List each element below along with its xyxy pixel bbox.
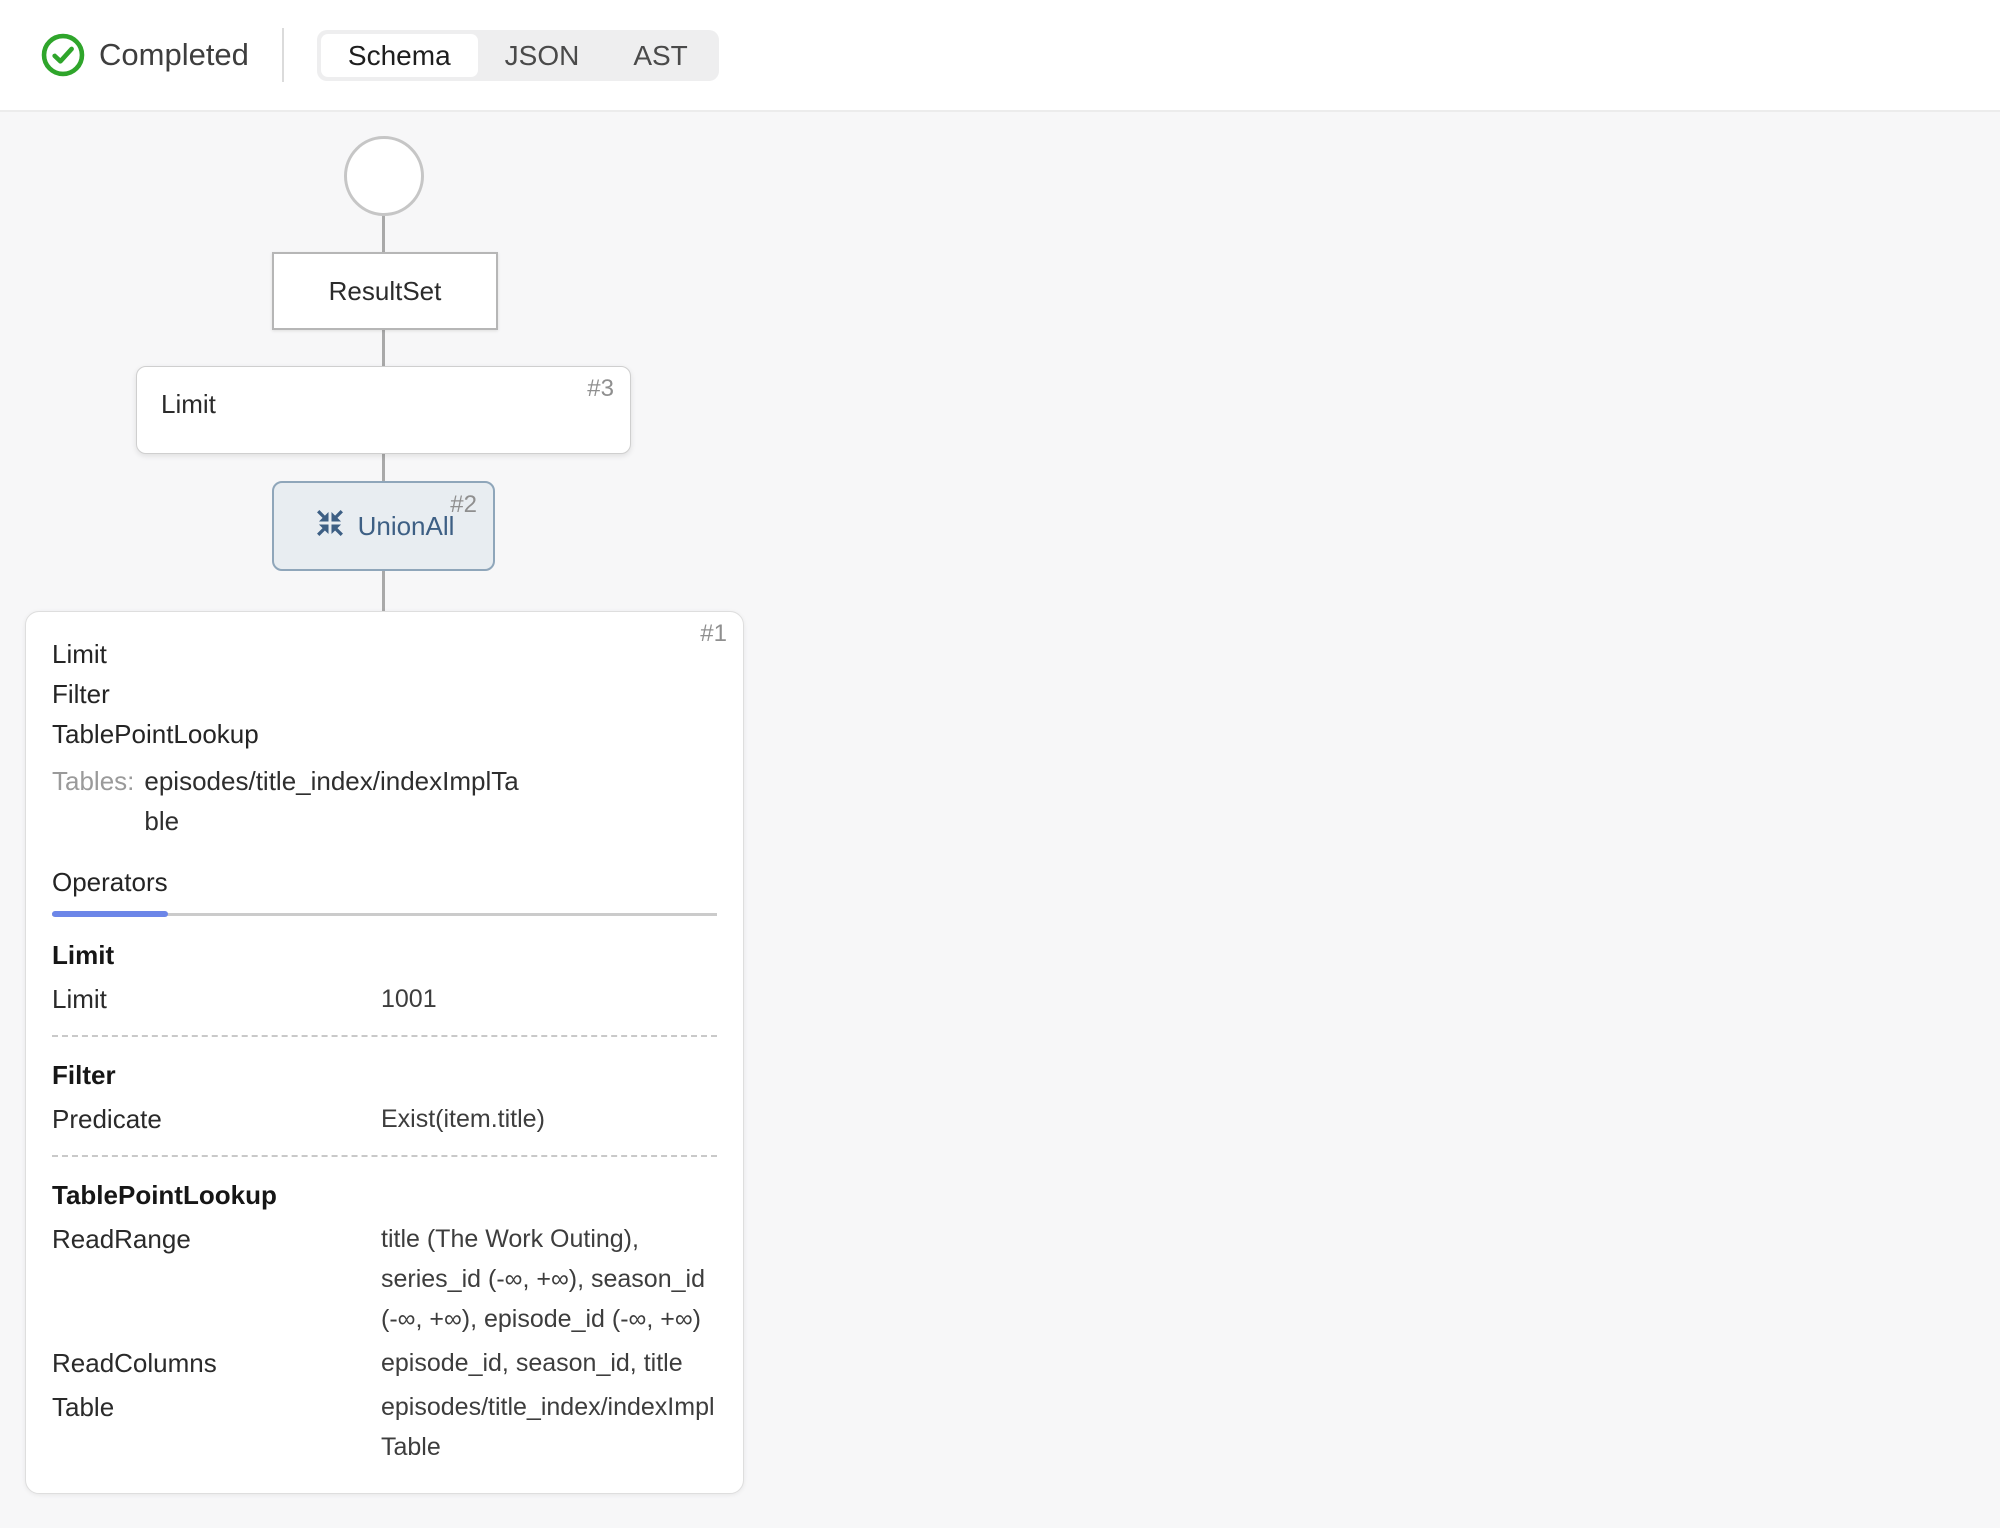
node-unionall[interactable]: UnionAll #2	[272, 481, 495, 571]
kv-value: title (The Work Outing), series_id (-∞, …	[381, 1219, 717, 1339]
node-limit[interactable]: Limit #3	[136, 366, 631, 454]
details-panel: #1 Limit Filter TablePointLookup Tables:…	[25, 611, 744, 1494]
kv-value: episodes/title_index/indexImplTable	[381, 1387, 717, 1467]
operator-item: Limit	[52, 634, 717, 674]
kv-key: ReadRange	[52, 1219, 381, 1339]
top-bar: Completed Schema JSON AST	[0, 0, 2000, 112]
section-title: Limit	[52, 935, 717, 975]
check-circle-icon	[40, 32, 86, 78]
kv-key: Table	[52, 1387, 381, 1467]
operators-summary-list: Limit Filter TablePointLookup	[52, 634, 717, 754]
node-resultset[interactable]: ResultSet	[272, 252, 498, 330]
tables-row: Tables: episodes/title_index/indexImplTa…	[52, 761, 717, 841]
view-switcher: Schema JSON AST	[317, 30, 719, 81]
kv-row: Predicate Exist(item.title)	[52, 1099, 717, 1139]
kv-value: Exist(item.title)	[381, 1099, 717, 1139]
node-limit-label: Limit	[161, 389, 216, 419]
dashed-divider	[52, 1155, 717, 1157]
kv-value: episode_id, season_id, title	[381, 1343, 717, 1383]
node-unionall-badge: #2	[450, 491, 477, 519]
collapse-arrows-icon	[313, 506, 347, 547]
kv-row: Table episodes/title_index/indexImplTabl…	[52, 1387, 717, 1467]
divider	[282, 28, 284, 82]
status-label: Completed	[99, 37, 249, 73]
tables-value: episodes/title_index/indexImplTable	[144, 761, 522, 841]
details-panel-badge: #1	[700, 620, 727, 648]
kv-row: ReadRange title (The Work Outing), serie…	[52, 1219, 717, 1339]
tab-ast[interactable]: AST	[606, 34, 714, 77]
kv-row: ReadColumns episode_id, season_id, title	[52, 1343, 717, 1383]
dashed-divider	[52, 1035, 717, 1037]
kv-row: Limit 1001	[52, 979, 717, 1019]
plan-canvas: ResultSet Limit #3 UnionAll #2 #1 Limit …	[0, 112, 2000, 1528]
tab-schema[interactable]: Schema	[321, 34, 478, 77]
section-title: TablePointLookup	[52, 1175, 717, 1215]
start-node[interactable]	[344, 136, 424, 216]
node-resultset-label: ResultSet	[329, 276, 442, 307]
tab-json[interactable]: JSON	[478, 34, 607, 77]
kv-key: Predicate	[52, 1099, 381, 1139]
kv-key: ReadColumns	[52, 1343, 381, 1383]
operators-tab-underline	[52, 911, 717, 917]
kv-value: 1001	[381, 979, 717, 1019]
query-status: Completed	[40, 32, 249, 78]
operators-tab-label: Operators	[52, 865, 168, 899]
operator-item: TablePointLookup	[52, 714, 717, 754]
kv-key: Limit	[52, 979, 381, 1019]
tables-label: Tables:	[52, 761, 134, 801]
operators-tab[interactable]: Operators	[52, 865, 717, 917]
operator-item: Filter	[52, 674, 717, 714]
section-title: Filter	[52, 1055, 717, 1095]
node-limit-badge: #3	[587, 375, 614, 403]
node-unionall-label: UnionAll	[358, 511, 455, 542]
